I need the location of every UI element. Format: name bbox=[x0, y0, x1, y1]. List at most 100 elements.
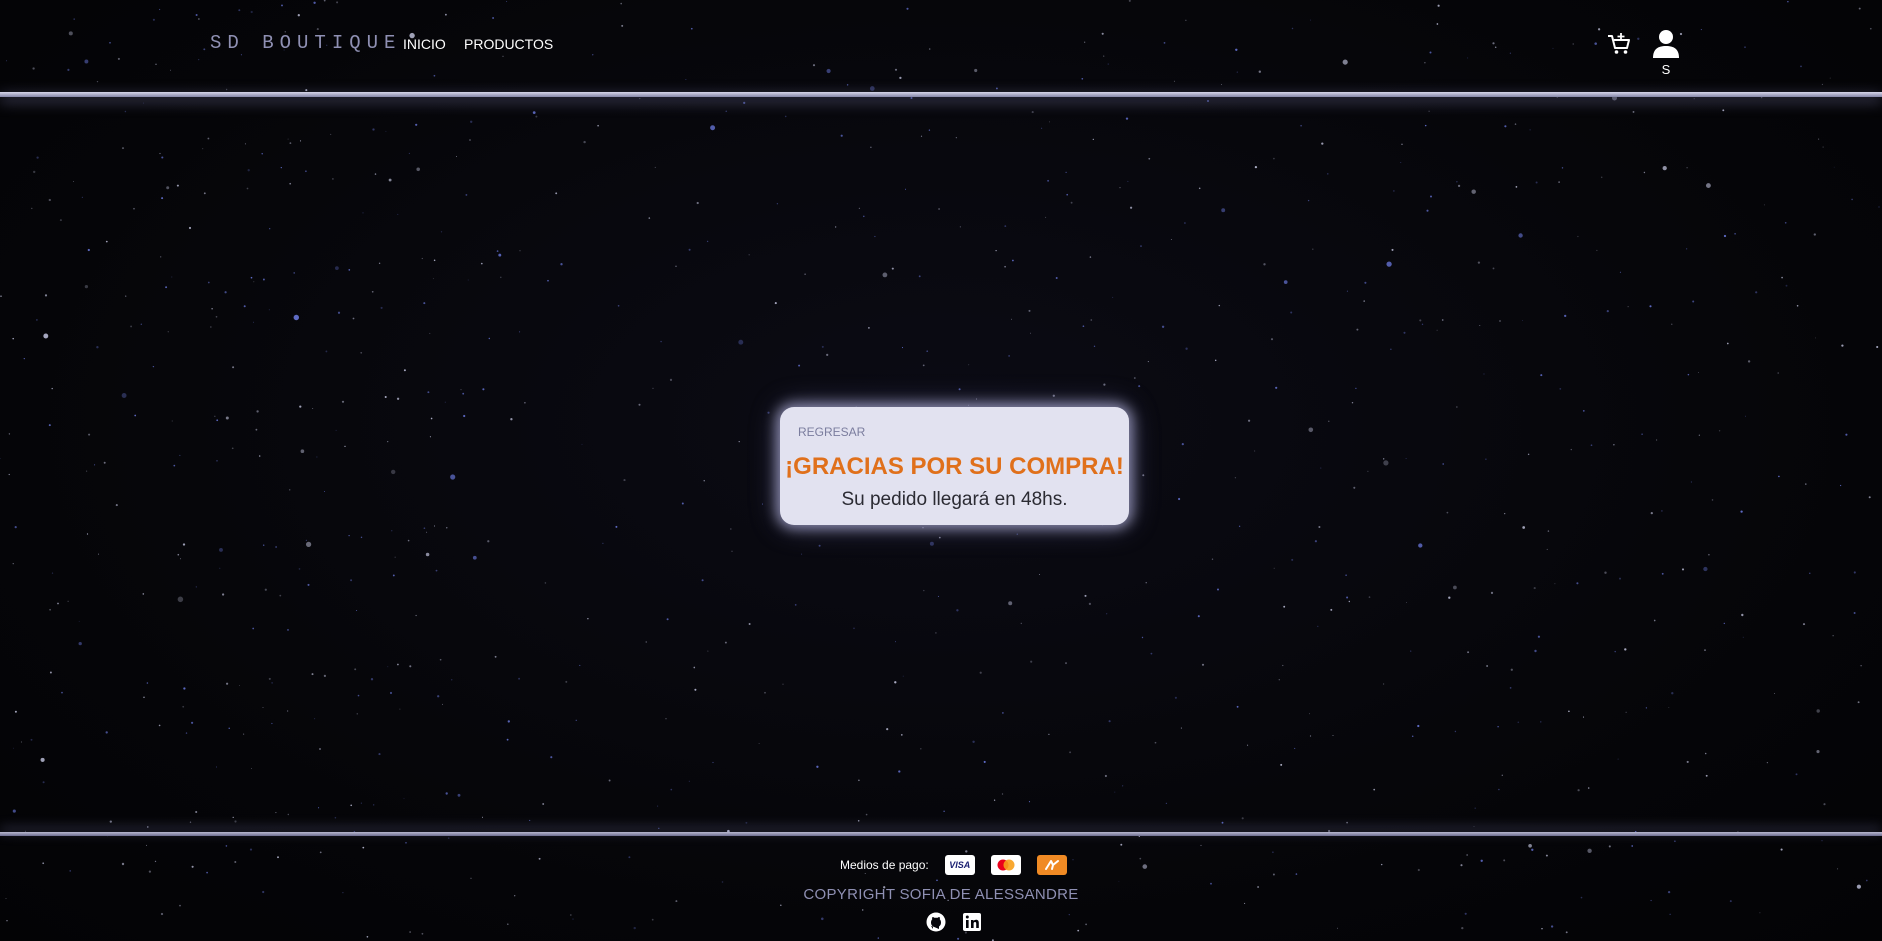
star bbox=[1065, 662, 1067, 665]
star bbox=[293, 272, 295, 274]
user-menu-button[interactable]: S bbox=[1651, 29, 1681, 79]
star bbox=[1497, 726, 1499, 728]
payment-methods: Medios de pago: VISA bbox=[840, 854, 1067, 876]
nav-productos[interactable]: PRODUCTOS bbox=[464, 36, 553, 52]
brand-logo[interactable]: SD BOUTIQUE bbox=[210, 32, 401, 54]
back-link[interactable]: REGRESAR bbox=[798, 425, 865, 439]
star bbox=[1587, 787, 1590, 789]
star bbox=[937, 595, 939, 597]
star bbox=[1805, 483, 1807, 485]
star bbox=[268, 677, 271, 680]
header: SD BOUTIQUE INICIO PRODUCTOS S bbox=[0, 0, 1882, 93]
star bbox=[161, 156, 164, 159]
star bbox=[1559, 388, 1562, 390]
mastercard-icon bbox=[990, 855, 1021, 875]
star bbox=[524, 401, 526, 404]
star bbox=[1535, 181, 1538, 184]
star bbox=[1747, 360, 1751, 363]
star bbox=[1492, 267, 1495, 270]
star bbox=[1777, 372, 1779, 374]
star bbox=[639, 98, 641, 100]
star bbox=[430, 417, 433, 420]
star bbox=[1330, 608, 1333, 611]
star bbox=[203, 192, 206, 195]
star bbox=[665, 718, 667, 720]
star bbox=[1740, 510, 1743, 513]
star bbox=[423, 302, 426, 305]
star bbox=[1283, 280, 1288, 284]
star bbox=[360, 536, 363, 539]
star bbox=[1625, 711, 1627, 713]
star bbox=[171, 276, 173, 278]
star bbox=[397, 663, 399, 666]
star bbox=[1253, 450, 1256, 452]
star bbox=[1718, 430, 1721, 432]
star bbox=[1282, 664, 1284, 667]
star bbox=[134, 414, 137, 417]
star bbox=[1839, 484, 1842, 487]
star bbox=[1346, 290, 1348, 292]
star bbox=[191, 721, 194, 724]
star bbox=[268, 309, 270, 311]
star bbox=[216, 460, 218, 462]
star bbox=[1577, 789, 1580, 792]
star bbox=[703, 480, 705, 482]
star bbox=[216, 419, 219, 422]
star bbox=[1686, 167, 1688, 169]
star bbox=[121, 147, 125, 150]
github-icon[interactable] bbox=[926, 912, 946, 932]
star bbox=[88, 433, 91, 436]
star bbox=[583, 140, 586, 144]
star bbox=[1180, 727, 1182, 729]
star bbox=[1008, 355, 1010, 357]
star bbox=[1668, 707, 1670, 708]
star bbox=[1002, 712, 1004, 714]
star bbox=[670, 788, 673, 791]
star bbox=[1400, 162, 1402, 163]
star bbox=[532, 111, 536, 114]
star bbox=[13, 747, 14, 749]
star bbox=[1613, 444, 1615, 446]
star bbox=[660, 340, 662, 343]
star bbox=[1290, 311, 1293, 314]
star bbox=[959, 226, 961, 228]
star bbox=[1272, 851, 1274, 854]
star bbox=[1533, 587, 1536, 590]
star bbox=[81, 196, 84, 199]
linkedin-icon[interactable] bbox=[962, 912, 982, 932]
star bbox=[216, 766, 218, 768]
star bbox=[362, 212, 364, 214]
star bbox=[385, 130, 387, 132]
star bbox=[1254, 165, 1258, 169]
star bbox=[362, 846, 365, 849]
star bbox=[51, 572, 54, 574]
star bbox=[1028, 801, 1031, 803]
star bbox=[1490, 591, 1494, 595]
star bbox=[1627, 306, 1629, 308]
nav-inicio[interactable]: INICIO bbox=[403, 36, 446, 52]
star bbox=[1596, 249, 1598, 251]
star bbox=[299, 140, 302, 142]
star bbox=[569, 914, 572, 916]
star bbox=[1214, 359, 1217, 362]
star bbox=[1004, 265, 1006, 268]
star bbox=[247, 169, 250, 172]
star bbox=[1486, 665, 1488, 667]
star bbox=[1693, 98, 1695, 100]
star bbox=[1674, 840, 1676, 842]
star bbox=[463, 414, 466, 418]
star bbox=[1283, 605, 1286, 608]
star bbox=[6, 920, 8, 922]
star bbox=[943, 810, 945, 812]
star bbox=[215, 315, 218, 318]
star bbox=[1321, 142, 1324, 145]
star bbox=[926, 350, 929, 353]
cart-plus-icon[interactable] bbox=[1606, 31, 1632, 57]
star bbox=[319, 748, 321, 750]
star bbox=[1498, 788, 1500, 791]
star bbox=[264, 588, 267, 591]
star bbox=[392, 574, 395, 577]
star bbox=[287, 629, 289, 631]
star bbox=[1041, 127, 1043, 129]
delivery-message: Su pedido llegará en 48hs. bbox=[841, 489, 1068, 510]
